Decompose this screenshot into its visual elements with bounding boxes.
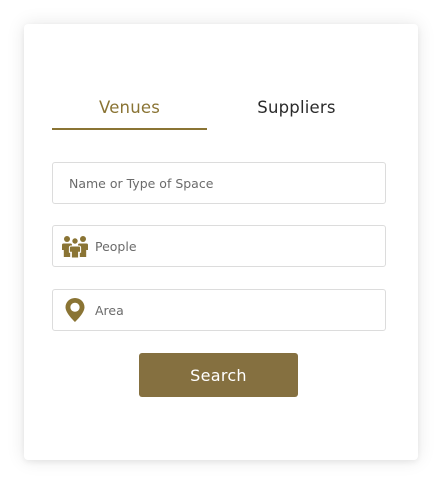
search-button-label: Search bbox=[190, 365, 247, 385]
search-button[interactable]: Search bbox=[139, 353, 298, 397]
people-field-container bbox=[52, 225, 386, 267]
search-card: Venues Suppliers Name or Type of Space P… bbox=[24, 24, 418, 460]
people-icon bbox=[57, 226, 93, 266]
tab-suppliers[interactable]: Suppliers bbox=[207, 98, 386, 130]
tab-venues[interactable]: Venues bbox=[52, 98, 207, 130]
name-field-container bbox=[52, 162, 386, 204]
location-pin-icon bbox=[57, 290, 93, 330]
tab-suppliers-label: Suppliers bbox=[257, 98, 336, 117]
tab-bar: Venues Suppliers bbox=[52, 98, 386, 130]
name-or-type-input[interactable] bbox=[53, 163, 385, 203]
people-input[interactable] bbox=[93, 226, 385, 266]
area-input[interactable] bbox=[93, 290, 385, 330]
tab-venues-label: Venues bbox=[98, 98, 161, 117]
area-field-container bbox=[52, 289, 386, 331]
